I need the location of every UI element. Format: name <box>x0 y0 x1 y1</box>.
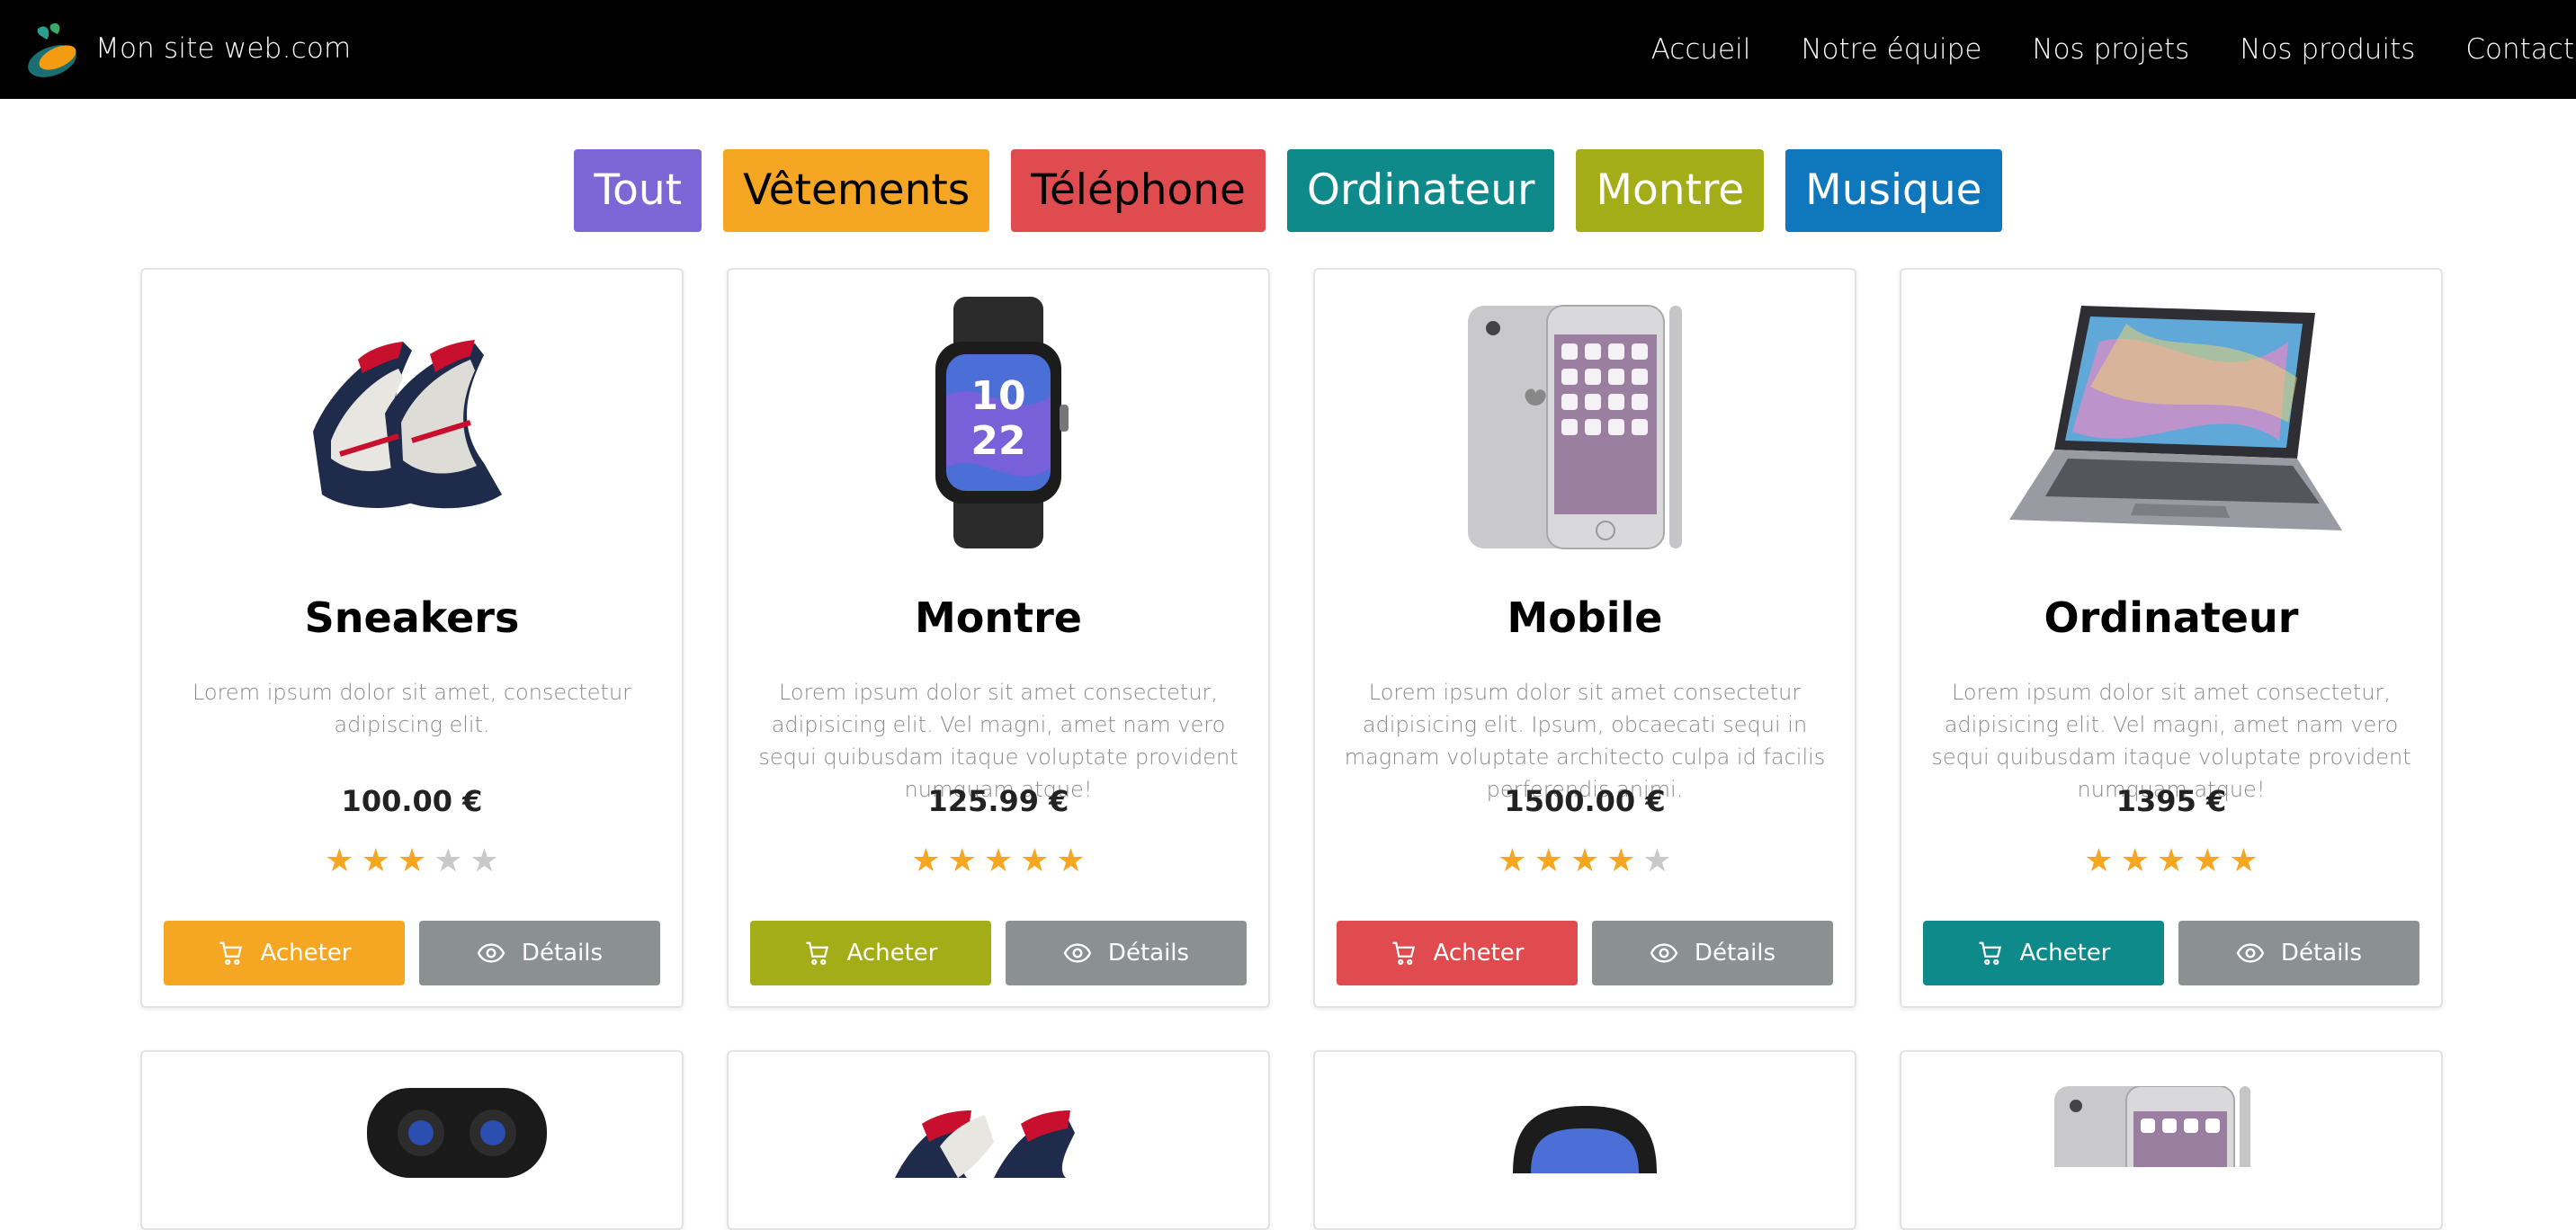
category-filters: Tout Vêtements Téléphone Ordinateur Mont… <box>0 149 2576 232</box>
filter-montre[interactable]: Montre <box>1576 149 1765 232</box>
star-icon: ★ <box>361 842 390 879</box>
star-icon: ★ <box>911 842 941 879</box>
cart-icon <box>806 941 828 966</box>
product-title: Mobile <box>1507 593 1663 642</box>
buy-button[interactable]: Acheter <box>164 921 405 985</box>
laptop-image <box>1901 288 2441 557</box>
product-card <box>1900 1050 2443 1230</box>
star-icon: ★ <box>1498 842 1527 879</box>
star-icon: ★ <box>1642 842 1672 879</box>
product-title: Sneakers <box>304 593 520 642</box>
star-icon: ★ <box>434 842 463 879</box>
product-rating: ★ ★ ★ ★ ★ <box>1315 843 1855 879</box>
buy-button[interactable]: Acheter <box>1337 921 1578 985</box>
product-card <box>1313 1050 1856 1230</box>
eye-icon <box>1650 943 1678 963</box>
star-icon: ★ <box>470 842 499 879</box>
product-rating: ★ ★ ★ ★ ★ <box>1901 843 2441 879</box>
product-price: 100.00 € <box>341 784 483 818</box>
svg-text:22: 22 <box>970 418 1025 464</box>
star-icon: ★ <box>1606 842 1636 879</box>
brand-name: Mon site web.com <box>95 32 352 65</box>
product-card: Sneakers Lorem ipsum dolor sit amet, con… <box>140 268 684 1008</box>
smartwatch-image: 10 22 <box>729 288 1268 557</box>
details-button[interactable]: Détails <box>2178 921 2419 985</box>
smartphone-image <box>2054 1086 2250 1167</box>
eye-icon <box>1063 943 1092 963</box>
product-actions: Acheter Détails <box>750 921 1247 985</box>
product-actions: Acheter Détails <box>1923 921 2419 985</box>
star-icon: ★ <box>2120 842 2150 879</box>
product-card <box>727 1050 1270 1230</box>
buy-button[interactable]: Acheter <box>750 921 991 985</box>
product-card: Mobile Lorem ipsum dolor sit amet consec… <box>1313 268 1856 1008</box>
star-icon: ★ <box>947 842 977 879</box>
product-actions: Acheter Détails <box>1337 921 1833 985</box>
star-icon: ★ <box>1020 842 1050 879</box>
brand-logo-icon <box>28 22 76 77</box>
navbar: Mon site web.com Accueil Notre équipe No… <box>0 0 2576 99</box>
smartwatch-image <box>1513 1106 1657 1173</box>
details-button[interactable]: Détails <box>419 921 660 985</box>
buy-label: Acheter <box>846 940 938 967</box>
filter-ordinateur[interactable]: Ordinateur <box>1286 149 1555 232</box>
nav-link-accueil[interactable]: Accueil <box>1651 33 1751 66</box>
product-price: 1395 € <box>2115 784 2227 818</box>
svg-text:10: 10 <box>970 373 1025 419</box>
buy-label: Acheter <box>260 940 352 967</box>
star-icon: ★ <box>2156 842 2187 879</box>
buy-button[interactable]: Acheter <box>1923 921 2164 985</box>
filter-telephone[interactable]: Téléphone <box>1011 149 1266 232</box>
nav-link-projets[interactable]: Nos projets <box>2032 33 2189 66</box>
product-actions: Acheter Détails <box>164 921 660 985</box>
brand[interactable]: Mon site web.com <box>20 16 351 81</box>
smartphone-image <box>1315 288 1855 557</box>
sneakers-image <box>895 1110 1075 1178</box>
product-card: 10 22 Montre Lorem ipsum dolor sit amet … <box>727 268 1270 1008</box>
nav-link-contact[interactable]: Contact <box>2465 33 2576 66</box>
sneakers-image <box>142 288 682 557</box>
details-label: Détails <box>1694 940 1776 967</box>
details-button[interactable]: Détails <box>1006 921 1247 985</box>
details-label: Détails <box>2280 940 2363 967</box>
eye-icon <box>477 943 505 963</box>
product-card: Ordinateur Lorem ipsum dolor sit amet co… <box>1900 268 2443 1008</box>
filter-musique[interactable]: Musique <box>1785 149 2002 232</box>
star-icon: ★ <box>983 842 1014 879</box>
nav-link-produits[interactable]: Nos produits <box>2240 33 2415 66</box>
buy-label: Acheter <box>1433 940 1525 967</box>
star-icon: ★ <box>2193 842 2223 879</box>
product-price: 1500.00 € <box>1504 784 1666 818</box>
cart-icon <box>1979 941 2001 966</box>
star-icon: ★ <box>2229 842 2258 879</box>
star-icon: ★ <box>325 842 354 879</box>
product-price: 125.99 € <box>927 784 1069 818</box>
details-button[interactable]: Détails <box>1592 921 1833 985</box>
filter-vetements[interactable]: Vêtements <box>723 149 990 232</box>
star-icon: ★ <box>2084 842 2114 879</box>
filter-tout[interactable]: Tout <box>574 149 702 232</box>
product-title: Ordinateur <box>2044 593 2299 642</box>
nav-link-equipe[interactable]: Notre équipe <box>1801 33 1981 66</box>
buy-label: Acheter <box>2019 940 2111 967</box>
star-icon: ★ <box>1534 842 1563 879</box>
details-label: Détails <box>521 940 604 967</box>
product-rating: ★ ★ ★ ★ ★ <box>142 843 682 879</box>
product-title: Montre <box>915 593 1082 642</box>
star-icon: ★ <box>1056 842 1086 879</box>
details-label: Détails <box>1107 940 1190 967</box>
eye-icon <box>2236 943 2265 963</box>
cart-icon <box>1392 941 1415 966</box>
nav-links: Accueil Notre équipe Nos projets Nos pro… <box>1651 0 2576 99</box>
star-icon: ★ <box>1570 842 1600 879</box>
product-card <box>140 1050 684 1230</box>
product-rating: ★ ★ ★ ★ ★ <box>729 843 1268 879</box>
star-icon: ★ <box>397 842 427 879</box>
cart-icon <box>219 941 242 966</box>
earbuds-image <box>367 1088 547 1178</box>
product-description: Lorem ipsum dolor sit amet, consectetur … <box>192 680 632 737</box>
